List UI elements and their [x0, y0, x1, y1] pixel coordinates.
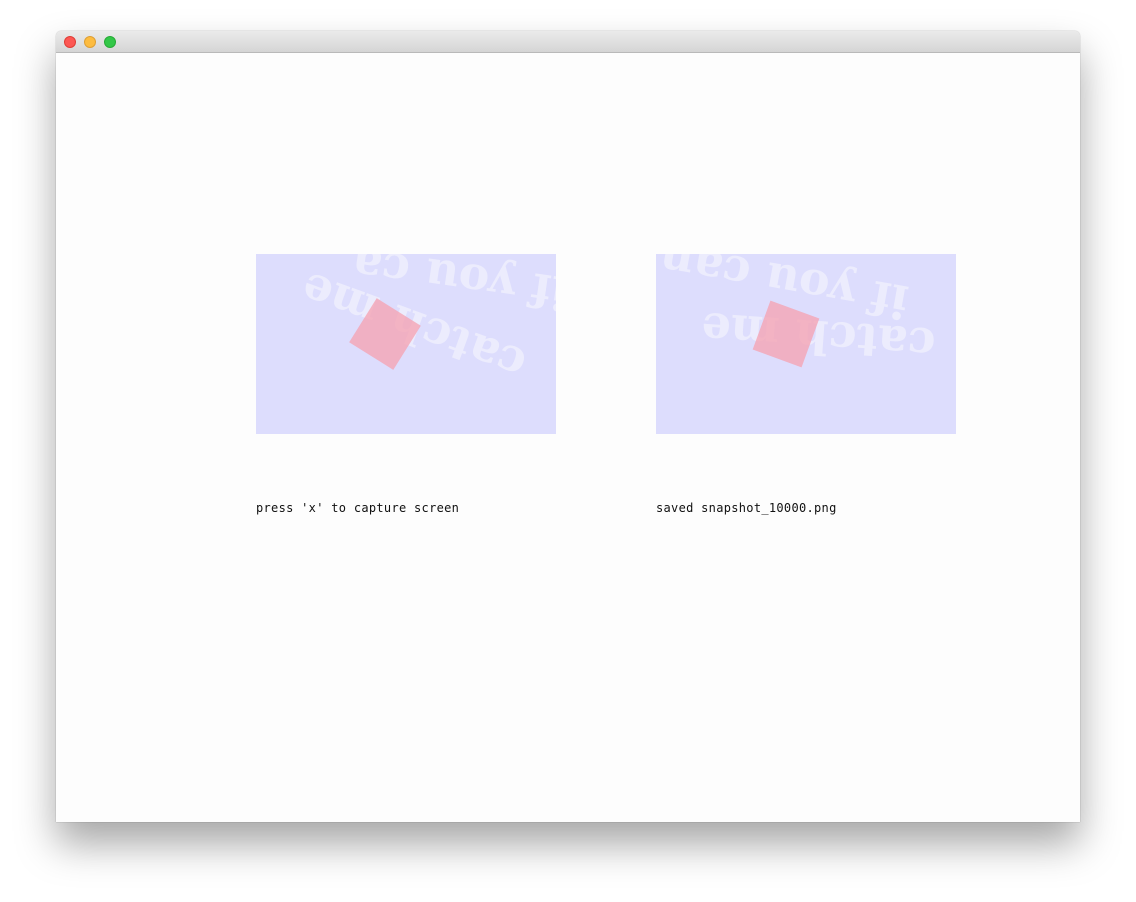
snapshot-panel: if you can catch me	[656, 254, 956, 434]
title-bar[interactable]	[56, 31, 1080, 53]
app-window: if you ca catch me if you can catch me p…	[56, 31, 1080, 822]
saved-snapshot-status-text: saved snapshot_10000.png	[656, 501, 837, 515]
rotated-text-line-2: catch me	[699, 301, 938, 373]
capture-instruction-text: press 'x' to capture screen	[256, 501, 460, 515]
sketch-canvas[interactable]: if you ca catch me if you can catch me p…	[56, 53, 1080, 822]
maximize-window-button[interactable]	[104, 36, 116, 48]
close-window-button[interactable]	[64, 36, 76, 48]
live-view-panel: if you ca catch me	[256, 254, 556, 434]
minimize-window-button[interactable]	[84, 36, 96, 48]
